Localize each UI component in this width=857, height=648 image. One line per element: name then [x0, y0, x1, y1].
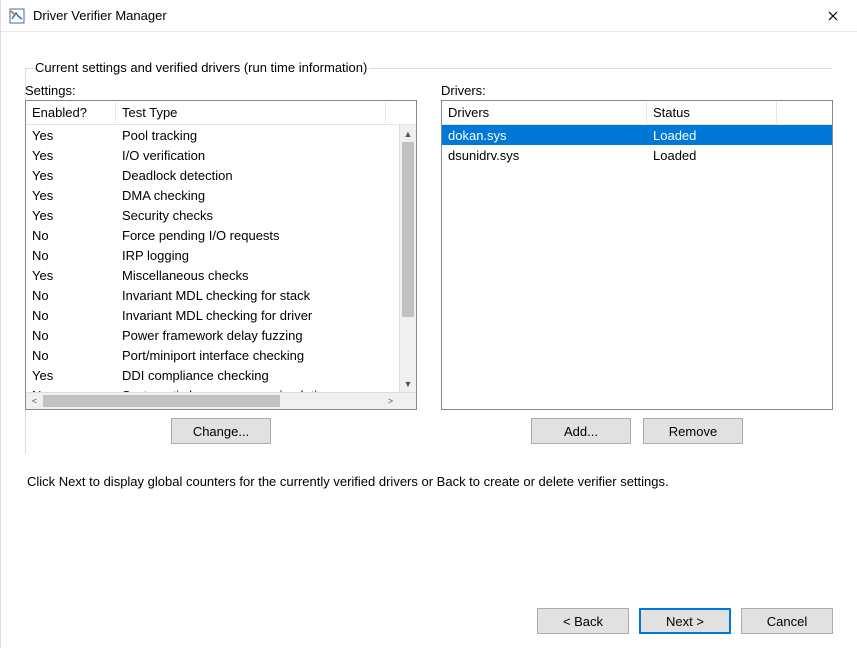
settings-row[interactable]: NoInvariant MDL checking for stack [26, 285, 399, 305]
scroll-thumb[interactable] [402, 142, 414, 317]
scroll-right-icon[interactable]: > [382, 396, 399, 406]
drivers-cell-driver: dokan.sys [442, 128, 647, 143]
wizard-footer: < Back Next > Cancel [25, 598, 833, 634]
settings-row[interactable]: NoInvariant MDL checking for driver [26, 305, 399, 325]
remove-button[interactable]: Remove [643, 418, 743, 444]
settings-row[interactable]: YesMiscellaneous checks [26, 265, 399, 285]
next-button[interactable]: Next > [639, 608, 731, 634]
settings-row[interactable]: YesI/O verification [26, 145, 399, 165]
drivers-cell-status: Loaded [647, 128, 777, 143]
settings-cell-enabled: No [26, 328, 116, 343]
drivers-listview[interactable]: Drivers Status dokan.sysLoadeddsunidrv.s… [441, 100, 833, 410]
settings-row[interactable]: YesDMA checking [26, 185, 399, 205]
drivers-cell-driver: dsunidrv.sys [442, 148, 647, 163]
drivers-row[interactable]: dsunidrv.sysLoaded [442, 145, 832, 165]
settings-cell-enabled: Yes [26, 268, 116, 283]
settings-cell-enabled: Yes [26, 368, 116, 383]
settings-cell-test: IRP logging [116, 248, 386, 263]
settings-cell-test: Port/miniport interface checking [116, 348, 386, 363]
content-area: Current settings and verified drivers (r… [1, 32, 857, 648]
cancel-button[interactable]: Cancel [741, 608, 833, 634]
settings-col-enabled[interactable]: Enabled? [26, 102, 116, 123]
settings-row[interactable]: NoPort/miniport interface checking [26, 345, 399, 365]
settings-listview[interactable]: Enabled? Test Type YesPool trackingYesI/… [25, 100, 417, 410]
scroll-down-icon[interactable]: ▼ [400, 375, 416, 392]
close-button[interactable] [811, 1, 855, 31]
back-button[interactable]: < Back [537, 608, 629, 634]
settings-cell-test: Pool tracking [116, 128, 386, 143]
settings-cell-enabled: No [26, 228, 116, 243]
settings-cell-test: Miscellaneous checks [116, 268, 386, 283]
drivers-row[interactable]: dokan.sysLoaded [442, 125, 832, 145]
settings-cell-enabled: No [26, 288, 116, 303]
settings-col-test[interactable]: Test Type [116, 102, 386, 123]
scroll-up-icon[interactable]: ▲ [400, 125, 416, 142]
scroll-thumb-h[interactable] [43, 395, 280, 407]
settings-cell-enabled: Yes [26, 208, 116, 223]
settings-cell-test: Invariant MDL checking for stack [116, 288, 386, 303]
settings-cell-enabled: Yes [26, 148, 116, 163]
settings-panel: Settings: Enabled? Test Type YesPool tra… [25, 81, 417, 444]
scroll-left-icon[interactable]: < [26, 396, 43, 406]
app-icon [9, 8, 25, 24]
groupbox-label: Current settings and verified drivers (r… [33, 60, 369, 75]
settings-cell-enabled: No [26, 248, 116, 263]
settings-cell-enabled: Yes [26, 168, 116, 183]
settings-row[interactable]: NoIRP logging [26, 245, 399, 265]
drivers-panel: Drivers: Drivers Status dokan.sysLoadedd… [441, 81, 833, 444]
settings-cell-enabled: Yes [26, 128, 116, 143]
settings-cell-test: I/O verification [116, 148, 386, 163]
settings-row[interactable]: NoForce pending I/O requests [26, 225, 399, 245]
settings-row[interactable]: YesPool tracking [26, 125, 399, 145]
settings-vscrollbar[interactable]: ▲ ▼ [399, 125, 416, 392]
settings-row[interactable]: YesDeadlock detection [26, 165, 399, 185]
settings-row[interactable]: NoPower framework delay fuzzing [26, 325, 399, 345]
settings-cell-enabled: Yes [26, 188, 116, 203]
drivers-header[interactable]: Drivers Status [442, 101, 832, 125]
settings-cell-test: Security checks [116, 208, 386, 223]
settings-hscrollbar[interactable]: < > [26, 392, 416, 409]
add-button[interactable]: Add... [531, 418, 631, 444]
settings-cell-test: Force pending I/O requests [116, 228, 386, 243]
settings-label: Settings: [25, 83, 417, 98]
settings-cell-enabled: No [26, 348, 116, 363]
settings-cell-test: DMA checking [116, 188, 386, 203]
drivers-col-status[interactable]: Status [647, 102, 777, 123]
settings-cell-test: Power framework delay fuzzing [116, 328, 386, 343]
settings-cell-test: Deadlock detection [116, 168, 386, 183]
settings-cell-test: Invariant MDL checking for driver [116, 308, 386, 323]
titlebar: Driver Verifier Manager [1, 0, 857, 32]
settings-row[interactable]: YesDDI compliance checking [26, 365, 399, 385]
settings-row[interactable]: YesSecurity checks [26, 205, 399, 225]
hint-text: Click Next to display global counters fo… [27, 474, 831, 489]
window-title: Driver Verifier Manager [33, 8, 811, 23]
settings-cell-enabled: No [26, 308, 116, 323]
drivers-cell-status: Loaded [647, 148, 777, 163]
settings-header[interactable]: Enabled? Test Type [26, 101, 416, 125]
window-frame: Driver Verifier Manager Current settings… [0, 0, 857, 648]
settings-cell-test: DDI compliance checking [116, 368, 386, 383]
drivers-label: Drivers: [441, 83, 833, 98]
settings-row[interactable]: NoSystematic low resources simulation [26, 385, 399, 392]
change-button[interactable]: Change... [171, 418, 271, 444]
drivers-col-driver[interactable]: Drivers [442, 102, 647, 123]
